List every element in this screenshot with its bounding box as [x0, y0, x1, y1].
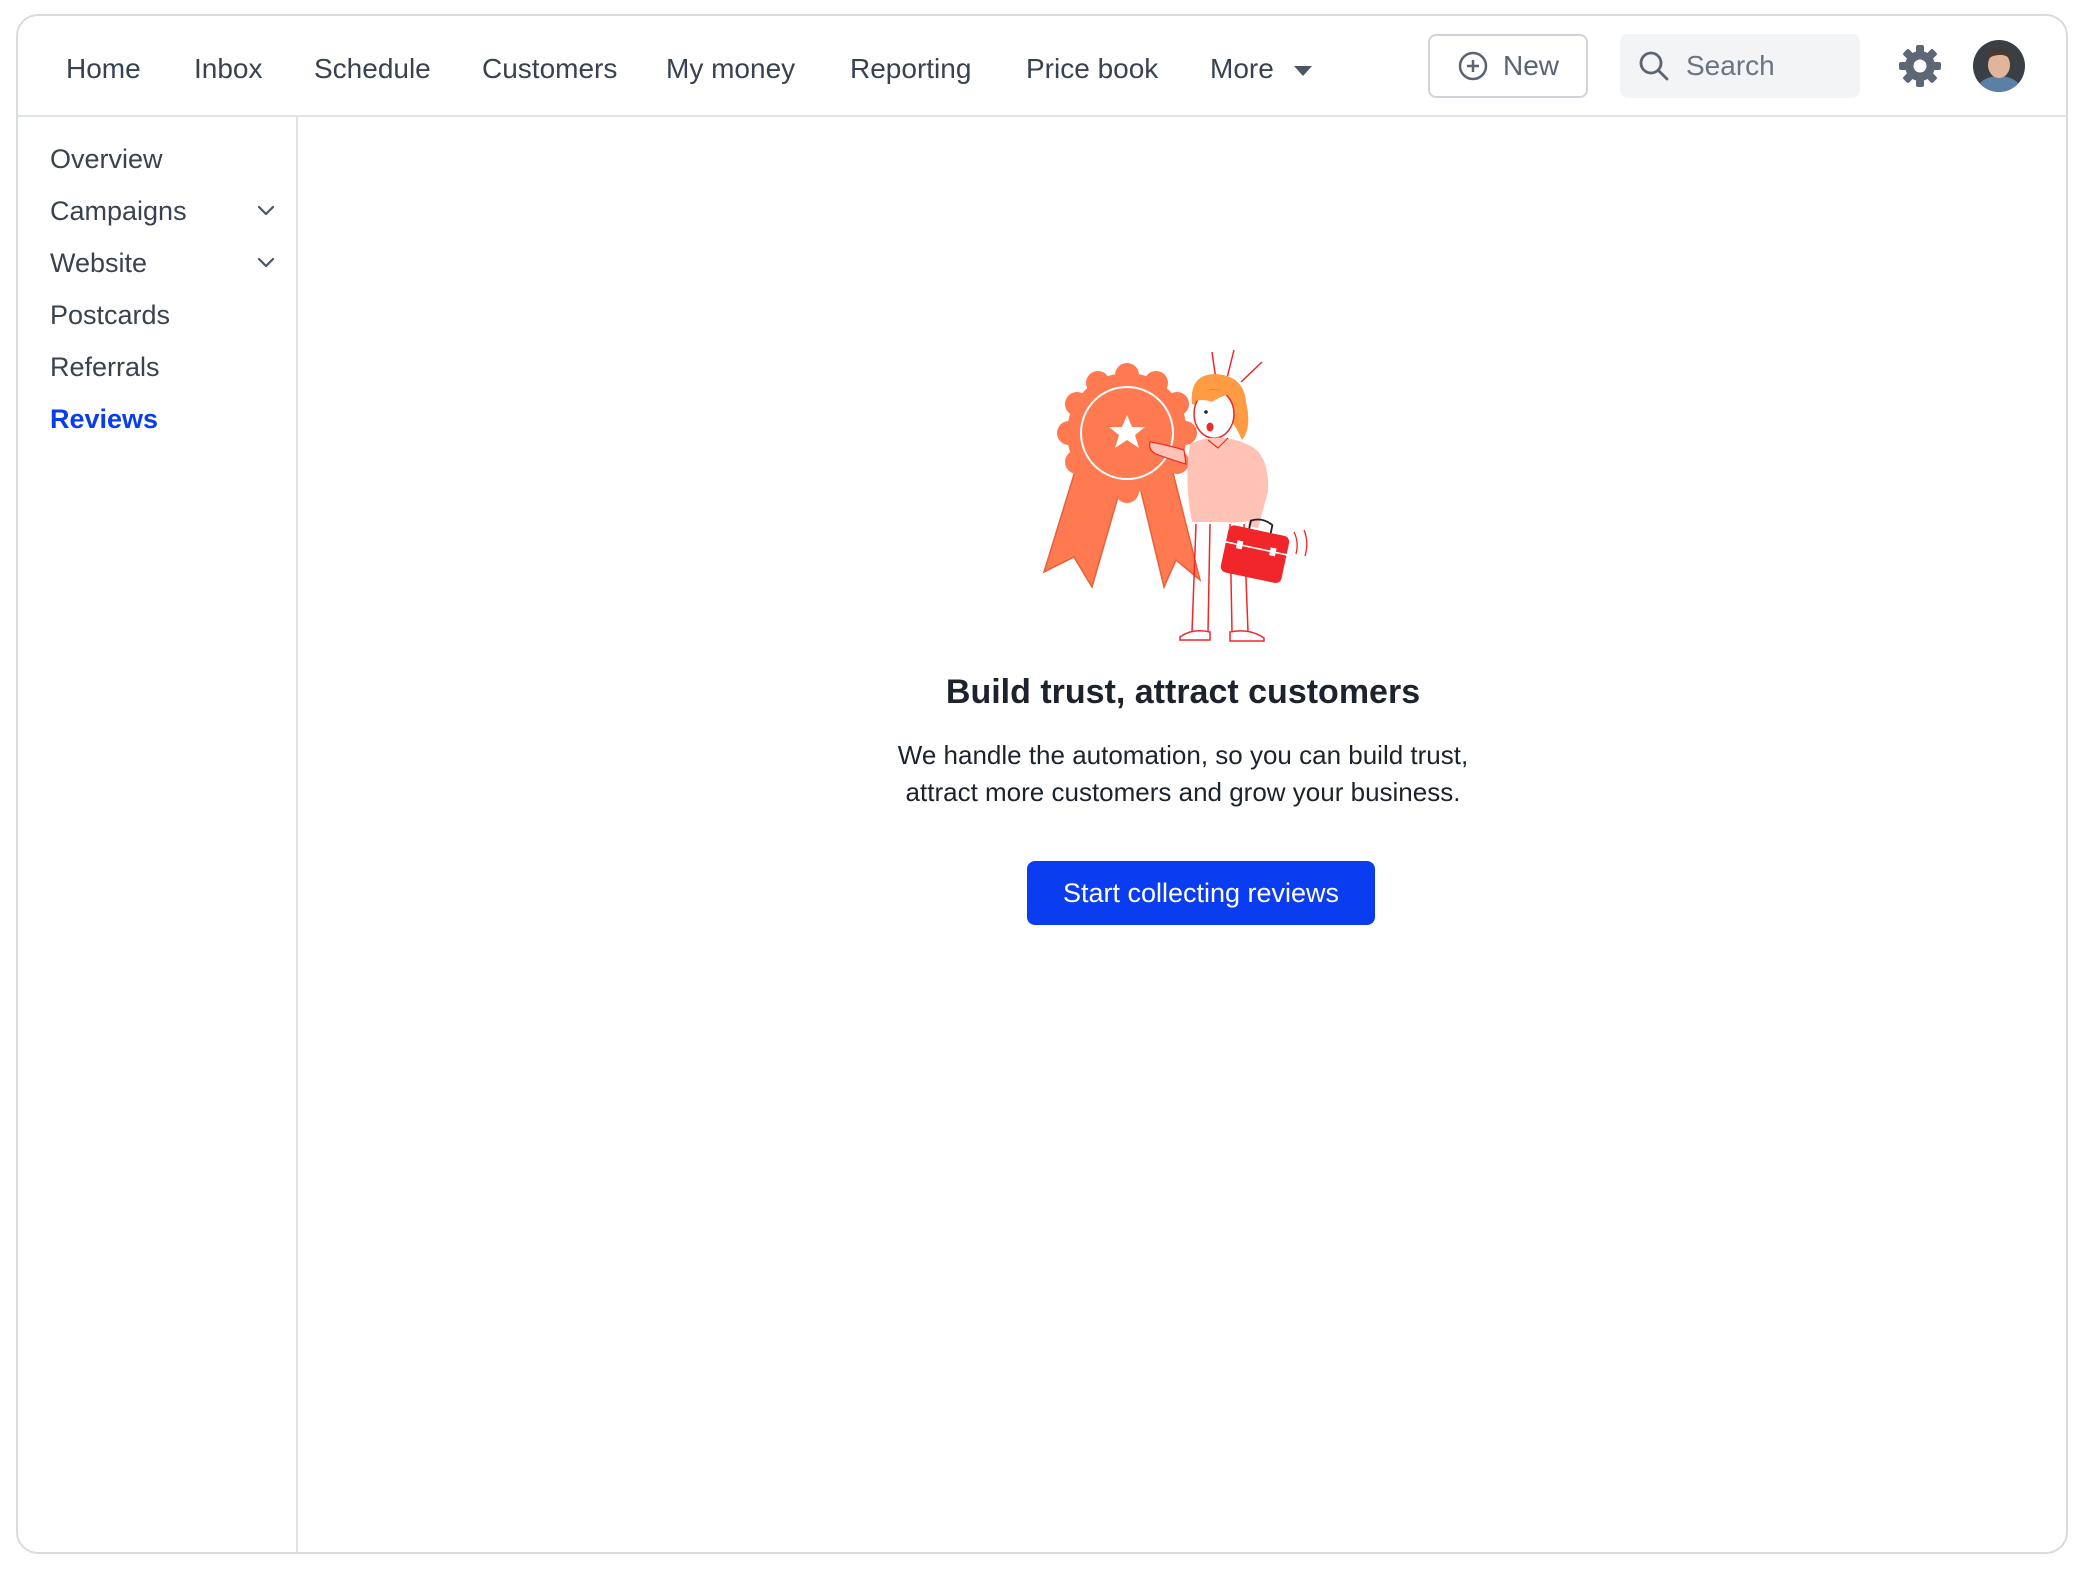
search-input[interactable]: Search — [1620, 34, 1860, 98]
search-icon — [1639, 51, 1669, 81]
chevron-down-icon — [257, 205, 275, 216]
award-ribbon-illustration — [1042, 349, 1308, 642]
sidebar-item-label: Overview — [50, 144, 163, 174]
sidebar-item-reviews[interactable]: Reviews — [50, 399, 280, 439]
sidebar-item-referrals[interactable]: Referrals — [50, 347, 280, 387]
caret-down-icon — [1293, 65, 1312, 76]
user-avatar-icon — [1973, 40, 2025, 92]
sidebar-item-label: Website — [50, 248, 148, 278]
nav-schedule[interactable]: Schedule — [314, 49, 431, 89]
sidebar-item-website[interactable]: Website — [50, 243, 280, 283]
new-button[interactable]: New — [1428, 34, 1588, 98]
avatar[interactable] — [1973, 40, 2025, 92]
search-placeholder: Search — [1686, 50, 1775, 81]
sidebar-item-label: Campaigns — [50, 196, 187, 226]
chevron-down-icon — [257, 257, 275, 268]
nav-customers[interactable]: Customers — [482, 49, 617, 89]
start-collecting-reviews-button[interactable]: Start collecting reviews — [1027, 861, 1375, 925]
gear-icon[interactable] — [1896, 42, 1944, 90]
sidebar-item-campaigns[interactable]: Campaigns — [50, 191, 280, 231]
description-line-1: We handle the automation, so you can bui… — [897, 740, 1469, 770]
sidebar-item-label: Reviews — [50, 404, 159, 434]
page-description: We handle the automation, so you can bui… — [300, 737, 2066, 811]
nav-inbox[interactable]: Inbox — [194, 49, 263, 89]
sidebar-item-postcards[interactable]: Postcards — [50, 295, 280, 335]
app-window: Home Inbox Schedule Customers My money R… — [16, 14, 2068, 1554]
new-button-label: New — [1502, 50, 1559, 81]
top-navigation: Home Inbox Schedule Customers My money R… — [18, 16, 2066, 117]
sidebar-item-label: Referrals — [50, 352, 160, 382]
sidebar-item-label: Postcards — [50, 300, 171, 330]
page-title: Build trust, attract customers — [945, 673, 1421, 711]
sidebar-item-overview[interactable]: Overview — [50, 139, 280, 179]
nav-my-money[interactable]: My money — [666, 49, 795, 89]
plus-circle-icon — [1458, 51, 1488, 81]
nav-price-book[interactable]: Price book — [1026, 49, 1158, 89]
description-line-2: attract more customers and grow your bus… — [905, 777, 1461, 807]
main-content: Build trust, attract customers We handle… — [300, 117, 2066, 1552]
sidebar: Overview Campaigns Website Postcards Ref… — [18, 117, 298, 1552]
nav-more-label: More — [1210, 53, 1274, 84]
nav-home[interactable]: Home — [66, 49, 141, 89]
nav-more[interactable]: More — [1210, 49, 1312, 89]
nav-reporting[interactable]: Reporting — [850, 49, 971, 89]
